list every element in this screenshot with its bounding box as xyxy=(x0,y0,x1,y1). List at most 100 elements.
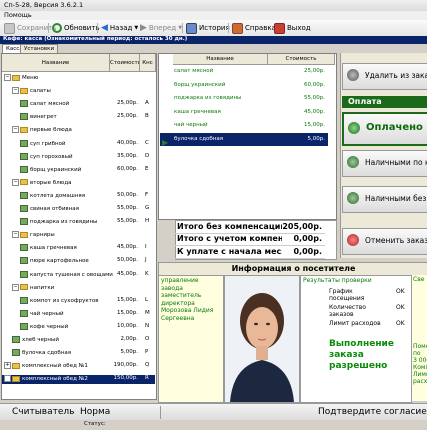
menu-item-label: свиная отбивная xyxy=(20,205,79,212)
expand-toggle-icon[interactable]: − xyxy=(12,178,19,186)
menu-item-label: котлета домашняя xyxy=(20,191,86,199)
tab-settings[interactable]: Установки xyxy=(20,44,59,53)
menu-item-type: K xyxy=(145,270,149,277)
menu-item-label: + комплексный обед №1 xyxy=(4,362,88,370)
paid-button[interactable]: Оплачено xyxy=(342,112,427,146)
menu-tree-row[interactable]: борщ украинский 60,00р. E xyxy=(2,165,155,175)
menu-tree-row[interactable]: − первые блюда xyxy=(2,126,155,135)
menu-item-type: P xyxy=(145,349,149,356)
menu-tree-row[interactable]: компот из сухофруктов 15,00р. L xyxy=(2,296,155,306)
menu-item-name: комплексный обед №1 xyxy=(22,363,88,370)
order-row[interactable]: салат мясной 25,00р. xyxy=(160,65,328,78)
menu-tree-row[interactable]: − напитки xyxy=(2,283,155,293)
dish-icon xyxy=(20,218,28,226)
expand-toggle-icon[interactable]: − xyxy=(12,283,19,291)
expand-toggle-icon[interactable]: − xyxy=(12,87,19,95)
menu-tree-row[interactable]: булочка сдобная 5,00р. P xyxy=(2,349,155,358)
menu-item-name: булочка сдобная xyxy=(22,350,72,357)
order-item-price: 15,00р. xyxy=(304,122,325,128)
portrait-icon xyxy=(225,276,299,402)
menu-tree-row[interactable]: хлеб черный 2,00р. O xyxy=(2,336,155,345)
menu-item-price: 60,00р. xyxy=(117,165,138,172)
menu-item-price: 45,00р. xyxy=(117,244,138,251)
menu-item-price: 15,00р. xyxy=(117,296,138,303)
cancel-icon xyxy=(347,234,359,246)
expand-toggle-icon[interactable]: − xyxy=(4,74,11,81)
menu-tree-row[interactable]: салат мясной 25,00р. A xyxy=(2,100,155,109)
back-button[interactable]: ◀ Назад ▼ xyxy=(101,22,138,34)
menu-tree-row[interactable]: котлета домашняя 50,00р. F xyxy=(2,191,155,201)
menu-item-label: хлеб черный xyxy=(12,336,59,343)
menu-item-name: котлета домашняя xyxy=(30,192,86,199)
menu-tree-row[interactable]: − гарниры xyxy=(2,231,155,240)
visitor-info-line: управление xyxy=(161,277,199,284)
side-info-line: по xyxy=(413,350,421,357)
folder-icon xyxy=(20,284,28,291)
menu-item-type: A xyxy=(145,100,149,107)
order-row[interactable]: борщ украинский 60,00р. xyxy=(160,79,328,92)
menu-tree-row[interactable]: капуста тушеная с овощами 45,00р. K xyxy=(2,270,155,280)
help-button[interactable]: Справка xyxy=(232,22,276,34)
order-row[interactable]: поджарка из говядины 55,00р. xyxy=(160,92,328,105)
order-header-price[interactable]: Стоимость xyxy=(268,54,335,65)
side-info-lines: ПомепоЗ 000КомпЛимирасхо xyxy=(413,343,427,385)
total-label: К уплате с начала месяца xyxy=(177,246,282,256)
dish-icon xyxy=(20,296,28,304)
exit-door-icon xyxy=(274,22,285,34)
cancel-order-button[interactable]: Отменить заказ xyxy=(342,228,427,255)
menu-tree-row[interactable]: чай черный 15,00р. M xyxy=(2,309,155,319)
menu-tree-row[interactable]: поджарка из говядины 55,00р. H xyxy=(2,218,155,227)
column-header-type[interactable]: Кнс xyxy=(140,54,156,72)
menu-tree-row[interactable]: винегрет 25,00р. B xyxy=(2,113,155,122)
menu-tree-row[interactable]: суп гороховый 35,00р. D xyxy=(2,152,155,162)
menu-tree-row[interactable]: + комплексный обед №2 150,00р. R xyxy=(2,375,155,384)
exit-button[interactable]: Выход xyxy=(274,22,311,34)
dish-icon xyxy=(20,257,28,265)
column-header-name[interactable]: Название xyxy=(2,54,110,72)
order-row[interactable]: булочка сдобная 5,00р. xyxy=(160,132,328,146)
order-row[interactable]: каша гречневая 45,00р. xyxy=(160,106,328,119)
expand-toggle-icon[interactable]: + xyxy=(4,362,11,370)
menu-item-price: 2,00р. xyxy=(120,336,139,342)
order-row[interactable]: чай черный 15,00р. xyxy=(160,119,328,132)
side-info-header: Све xyxy=(413,276,425,283)
menu-tree-row[interactable]: − Меню xyxy=(2,74,155,83)
expand-toggle-icon[interactable]: − xyxy=(12,231,19,239)
total-row: Итого с учетом компенсации 0,00р. xyxy=(175,233,325,247)
refresh-button[interactable]: Обновить xyxy=(52,22,100,34)
menu-tree-row[interactable]: пюре картофельное 50,00р. J xyxy=(2,257,155,266)
cash-no-register-button[interactable]: Наличными без кассы xyxy=(342,186,427,213)
folder-icon xyxy=(12,362,20,369)
menu-tree-row[interactable]: − салаты xyxy=(2,87,155,96)
menu-item-label: − Меню xyxy=(4,74,38,81)
menu-item-name: пюре картофельное xyxy=(30,258,89,265)
order-header-name[interactable]: Название xyxy=(173,54,268,65)
menu-item-name: напитки xyxy=(30,284,55,291)
menu-tree-row[interactable]: каша гречневая 45,00р. I xyxy=(2,244,155,253)
confirm-consent-button[interactable]: Подтвердите согласие xyxy=(318,406,427,419)
menu-item-name: Меню xyxy=(22,75,39,81)
expand-toggle-icon[interactable]: − xyxy=(12,126,19,134)
menu-item-type: R xyxy=(145,375,149,382)
menu-item-price: 5,00р. xyxy=(120,349,139,356)
folder-icon xyxy=(20,231,28,238)
total-row: Итого без компенсации 205,00р. xyxy=(175,221,325,234)
menu-tree-row[interactable]: кофе черный 10,00р. N xyxy=(2,322,155,332)
check-results-panel: Результаты проверки График посещения OK Ко… xyxy=(300,275,412,403)
menu-item-type: E xyxy=(145,165,149,172)
folder-icon xyxy=(20,126,28,133)
order-item-name: поджарка из говядины xyxy=(174,95,242,101)
menu-tree-row[interactable]: суп грибной 40,00р. C xyxy=(2,139,155,149)
menu-item-name: капуста тушеная с овощами xyxy=(30,271,113,278)
menu-help[interactable]: Помощь xyxy=(4,11,32,19)
menu-tree-row[interactable]: + комплексный обед №1 190,00р. Q xyxy=(2,362,155,371)
cash-register-button[interactable]: Наличными по кассе xyxy=(342,150,427,177)
expand-toggle-icon[interactable]: + xyxy=(4,375,11,383)
forward-button[interactable]: ▶ Вперед ▼ xyxy=(140,22,182,34)
delete-from-order-button[interactable]: Удалить из заказа xyxy=(342,63,427,90)
dish-icon xyxy=(20,165,28,173)
column-header-price[interactable]: Стоимость xyxy=(110,54,140,72)
menu-tree-row[interactable]: − вторые блюда xyxy=(2,178,155,188)
menu-item-label: чай черный xyxy=(20,309,64,317)
menu-tree-row[interactable]: свиная отбивная 55,00р. G xyxy=(2,205,155,214)
